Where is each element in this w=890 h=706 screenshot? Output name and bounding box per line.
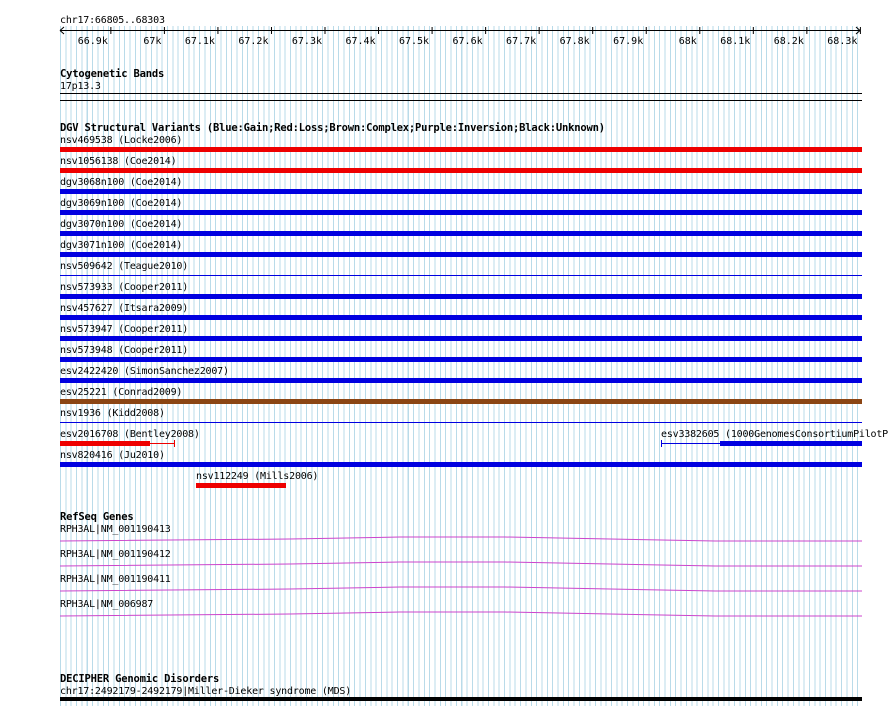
ruler-tick-label: 67.4k [345, 36, 375, 47]
gene-label: RPH3AL|NM_001190413 [60, 524, 171, 535]
variant-label-bentley: esv2016708 (Bentley2008) [60, 429, 200, 440]
variant-label: dgv3068n100 (Coe2014) [60, 177, 183, 188]
ruler-tick-label: 67.6k [453, 36, 483, 47]
variant-label-mills: nsv112249 (Mills2006) [196, 471, 319, 482]
ruler-tick-label: 67k [143, 36, 161, 47]
variant-bar[interactable] [60, 378, 862, 383]
variant-bar[interactable] [60, 275, 862, 276]
ruler-tick-label: 67.1k [185, 36, 215, 47]
track-title-cytoband: Cytogenetic Bands [60, 68, 165, 80]
track-title-decipher: DECIPHER Genomic Disorders [60, 673, 220, 685]
ruler-tick-label: 67.2k [238, 36, 268, 47]
variant-bar-bentley[interactable] [60, 441, 150, 446]
variant-label: nsv573947 (Cooper2011) [60, 324, 189, 335]
decipher-bar[interactable] [60, 697, 862, 701]
gene-label: RPH3AL|NM_001190411 [60, 574, 171, 585]
ruler-tick-label: 67.3k [292, 36, 322, 47]
variant-bar[interactable] [60, 336, 862, 341]
ruler-tick-label: 68k [679, 36, 697, 47]
variant-label: nsv509642 (Teague2010) [60, 261, 189, 272]
variant-connector-consortium [661, 443, 721, 444]
track-title-refseq: RefSeq Genes [60, 511, 134, 523]
variant-end-bentley [174, 440, 175, 447]
gene-label: RPH3AL|NM_006987 [60, 599, 154, 610]
track-title-dgv: DGV Structural Variants (Blue:Gain;Red:L… [60, 122, 605, 134]
ruler-tick-label: 68.1k [720, 36, 750, 47]
variant-bar[interactable] [60, 231, 862, 236]
ruler-tick-label: 67.5k [399, 36, 429, 47]
variant-label: dgv3070n100 (Coe2014) [60, 219, 183, 230]
variant-label: nsv573948 (Cooper2011) [60, 345, 189, 356]
ruler-tick-label: 68.2k [774, 36, 804, 47]
variant-bar[interactable] [60, 210, 862, 215]
variant-label: dgv3069n100 (Coe2014) [60, 198, 183, 209]
variant-label: dgv3071n100 (Coe2014) [60, 240, 183, 251]
variant-label: esv2422420 (SimonSanchez2007) [60, 366, 229, 377]
variant-label: nsv573933 (Cooper2011) [60, 282, 189, 293]
decipher-item-label: chr17:2492179-2492179|Miller-Dieker synd… [60, 686, 352, 697]
gene-label: RPH3AL|NM_001190412 [60, 549, 171, 560]
variant-label: esv25221 (Conrad2009) [60, 387, 183, 398]
variant-label: nsv457627 (Itsara2009) [60, 303, 189, 314]
variant-label-ju: nsv820416 (Ju2010) [60, 450, 165, 461]
cytoband-line [60, 93, 862, 94]
variant-bar-consortium[interactable] [720, 441, 862, 446]
variant-connector-bentley [150, 443, 175, 444]
genome-browser-view: chr17:66805..68303 66.9k 67k 67.1k 67.2k 67.… [0, 0, 890, 706]
ruler-tick-label: 67.9k [613, 36, 643, 47]
ruler-tick-label: 67.8k [560, 36, 590, 47]
variant-bar[interactable] [60, 422, 862, 423]
cytoband-label: 17p13.3 [60, 81, 101, 92]
variant-bar[interactable] [60, 315, 862, 320]
variant-bar[interactable] [60, 252, 862, 257]
ruler-tick-label: 67.7k [506, 36, 536, 47]
cytoband-line [60, 100, 862, 101]
variant-bar[interactable] [60, 399, 862, 404]
variant-label: nsv1936 (Kidd2008) [60, 408, 165, 419]
variant-bar[interactable] [60, 294, 862, 299]
variant-label: nsv469538 (Locke2006) [60, 135, 183, 146]
ruler-tick-label: 68.3k [827, 36, 857, 47]
variant-bar[interactable] [60, 357, 862, 362]
ruler: 66.9k 67k 67.1k 67.2k 67.3k 67.4k 67.5k 67.6k 67… [59, 26, 861, 47]
variant-label-consortium: esv3382605 (1000GenomesConsortiumPilotP [661, 429, 888, 440]
ruler-tick-label: 66.9k [78, 36, 108, 47]
variant-bar[interactable] [60, 168, 862, 173]
variant-bar[interactable] [60, 189, 862, 194]
variant-bar-mills[interactable] [196, 483, 286, 488]
variant-bar-ju[interactable] [60, 462, 862, 467]
variant-bar[interactable] [60, 147, 862, 152]
variant-label: nsv1056138 (Coe2014) [60, 156, 177, 167]
